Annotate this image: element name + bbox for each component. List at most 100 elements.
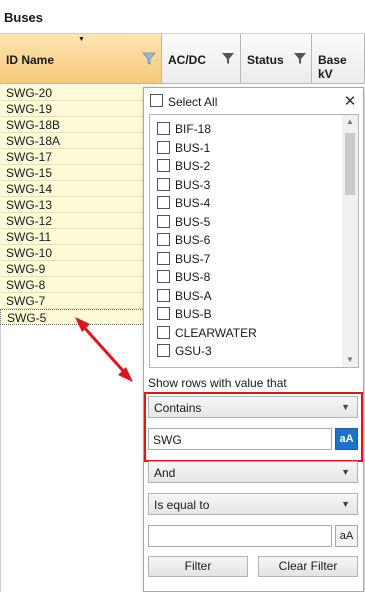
list-item-checkbox[interactable] — [157, 270, 170, 283]
list-item[interactable]: BUS-3 — [150, 176, 342, 194]
list-item-checkbox[interactable] — [157, 325, 170, 339]
logic-operator-value: And — [154, 466, 176, 480]
list-item-checkbox[interactable] — [157, 233, 170, 246]
table-row[interactable]: SWG-13 — [0, 197, 155, 213]
table-row[interactable]: SWG-20 — [0, 85, 155, 101]
chevron-down-icon: ▼ — [341, 499, 350, 509]
list-item[interactable]: BIF-18 — [150, 120, 342, 138]
list-item-checkbox[interactable] — [157, 214, 170, 228]
value-list: BIF-18 BUS-1 BUS-2 BUS-3 BUS-4 BUS-5 BUS-6 BUS-… — [149, 114, 359, 368]
list-item-label: BUS-3 — [175, 177, 211, 192]
list-item[interactable]: BUS-B — [150, 305, 342, 323]
logic-operator-dropdown[interactable]: And ▼ — [148, 461, 358, 483]
id-name-cell: SWG-13 — [6, 198, 53, 212]
column-label: Base kV — [318, 53, 347, 81]
list-item-checkbox[interactable] — [157, 122, 170, 135]
table-row[interactable]: SWG-11 — [0, 229, 155, 245]
list-item-label: BUS-4 — [175, 196, 211, 210]
list-item[interactable]: BUS-4 — [150, 194, 342, 212]
id-name-cell: SWG-10 — [6, 246, 53, 260]
list-item-label: CLEARWATER — [175, 325, 257, 340]
list-item-label: BUS-1 — [175, 140, 211, 155]
chevron-down-icon: ▼ — [341, 467, 350, 477]
condition2-dropdown[interactable]: Is equal to ▼ — [148, 493, 358, 515]
id-name-cell: SWG-8 — [6, 278, 46, 292]
table-row[interactable]: SWG-17 — [0, 149, 155, 165]
list-item-label: BUS-8 — [175, 270, 211, 284]
list-item-label: BIF-18 — [175, 122, 212, 136]
table-row[interactable]: SWG-10 — [0, 245, 155, 261]
scroll-thumb[interactable] — [345, 133, 355, 195]
match-case-toggle-2[interactable]: aA — [335, 525, 358, 547]
id-name-cell: SWG-15 — [6, 166, 53, 180]
list-item[interactable]: BUS-7 — [150, 250, 342, 268]
table-row[interactable]: SWG-8 — [0, 277, 155, 293]
show-rows-label: Show rows with value that — [148, 376, 287, 390]
column-label: Status — [247, 53, 284, 67]
id-name-cell: SWG-14 — [6, 182, 53, 196]
filter-value2-input[interactable] — [148, 525, 332, 547]
id-name-cell: SWG-18B — [6, 118, 61, 132]
column-header-id-name[interactable]: ▼ ID Name — [0, 34, 162, 84]
column-header-status[interactable]: Status — [241, 34, 312, 84]
column-header-ac-dc[interactable]: AC/DC — [162, 34, 241, 84]
id-name-cell: SWG-18A — [6, 134, 61, 148]
id-name-cell: SWG-9 — [6, 262, 46, 276]
list-item[interactable]: BUS-2 — [150, 157, 342, 175]
table-row[interactable]: SWG-18B — [0, 117, 155, 133]
id-name-cell: SWG-20 — [6, 86, 53, 100]
list-item[interactable]: GSU-3 — [150, 342, 342, 360]
list-item[interactable]: BUS-8 — [150, 268, 342, 286]
title-bar: Buses — [0, 0, 365, 34]
list-item-label: BUS-5 — [175, 214, 211, 229]
filter-icon[interactable] — [293, 51, 307, 65]
list-item-label: BUS-2 — [175, 159, 211, 173]
id-name-cell: SWG-12 — [6, 214, 53, 228]
filter-icon[interactable] — [221, 51, 235, 65]
scroll-down-icon[interactable]: ▼ — [342, 353, 358, 367]
annotation-highlight-box — [144, 392, 363, 462]
close-icon[interactable]: ✕ — [343, 92, 357, 110]
list-item-label: GSU-3 — [175, 344, 212, 358]
table-row[interactable]: SWG-18A — [0, 133, 155, 149]
list-item-checkbox[interactable] — [157, 196, 170, 209]
scroll-up-icon[interactable]: ▲ — [342, 115, 358, 129]
id-name-cell: SWG-19 — [6, 102, 53, 116]
list-item-checkbox[interactable] — [157, 251, 170, 265]
filter-button[interactable]: Filter — [148, 556, 248, 577]
list-item-checkbox[interactable] — [157, 177, 170, 191]
filter-popup: Select All ✕ BIF-18 BUS-1 BUS-2 BUS-3 BUS-4 B… — [143, 87, 364, 592]
table-row[interactable]: SWG-15 — [0, 165, 155, 181]
table-row[interactable]: SWG-19 — [0, 101, 155, 117]
list-item-checkbox[interactable] — [157, 288, 170, 302]
list-item-checkbox[interactable] — [157, 344, 170, 357]
id-name-cell: SWG-5 — [7, 311, 47, 325]
filter-icon[interactable] — [142, 51, 156, 65]
select-all-checkbox[interactable] — [150, 94, 163, 107]
list-item[interactable]: BUS-1 — [150, 139, 342, 157]
select-all-label: Select All — [168, 95, 218, 109]
list-item-checkbox[interactable] — [157, 159, 170, 172]
table-row[interactable]: SWG-14 — [0, 181, 155, 197]
list-item[interactable]: BUS-A — [150, 287, 342, 305]
clear-filter-button[interactable]: Clear Filter — [258, 556, 358, 577]
list-item[interactable]: BUS-5 — [150, 213, 342, 231]
list-item-checkbox[interactable] — [157, 140, 170, 154]
table-row[interactable]: SWG-9 — [0, 261, 155, 277]
list-item-checkbox[interactable] — [157, 307, 170, 320]
condition2-value: Is equal to — [154, 498, 210, 512]
list-item-label: BUS-6 — [175, 233, 211, 247]
table-row[interactable]: SWG-12 — [0, 213, 155, 229]
id-name-cell: SWG-17 — [6, 150, 53, 164]
list-item-label: BUS-A — [175, 288, 212, 303]
scrollbar[interactable]: ▲ ▼ — [342, 115, 358, 367]
list-item-label: BUS-B — [175, 307, 212, 321]
list-item-label: BUS-7 — [175, 251, 211, 266]
column-label: AC/DC — [168, 53, 206, 67]
id-name-cell: SWG-7 — [6, 294, 46, 308]
list-item[interactable]: BUS-6 — [150, 231, 342, 249]
column-header-base-kv[interactable]: Base kV — [312, 34, 365, 84]
id-name-cell: SWG-11 — [6, 230, 52, 244]
list-item[interactable]: CLEARWATER — [150, 324, 342, 342]
page-title: Buses — [4, 10, 44, 25]
